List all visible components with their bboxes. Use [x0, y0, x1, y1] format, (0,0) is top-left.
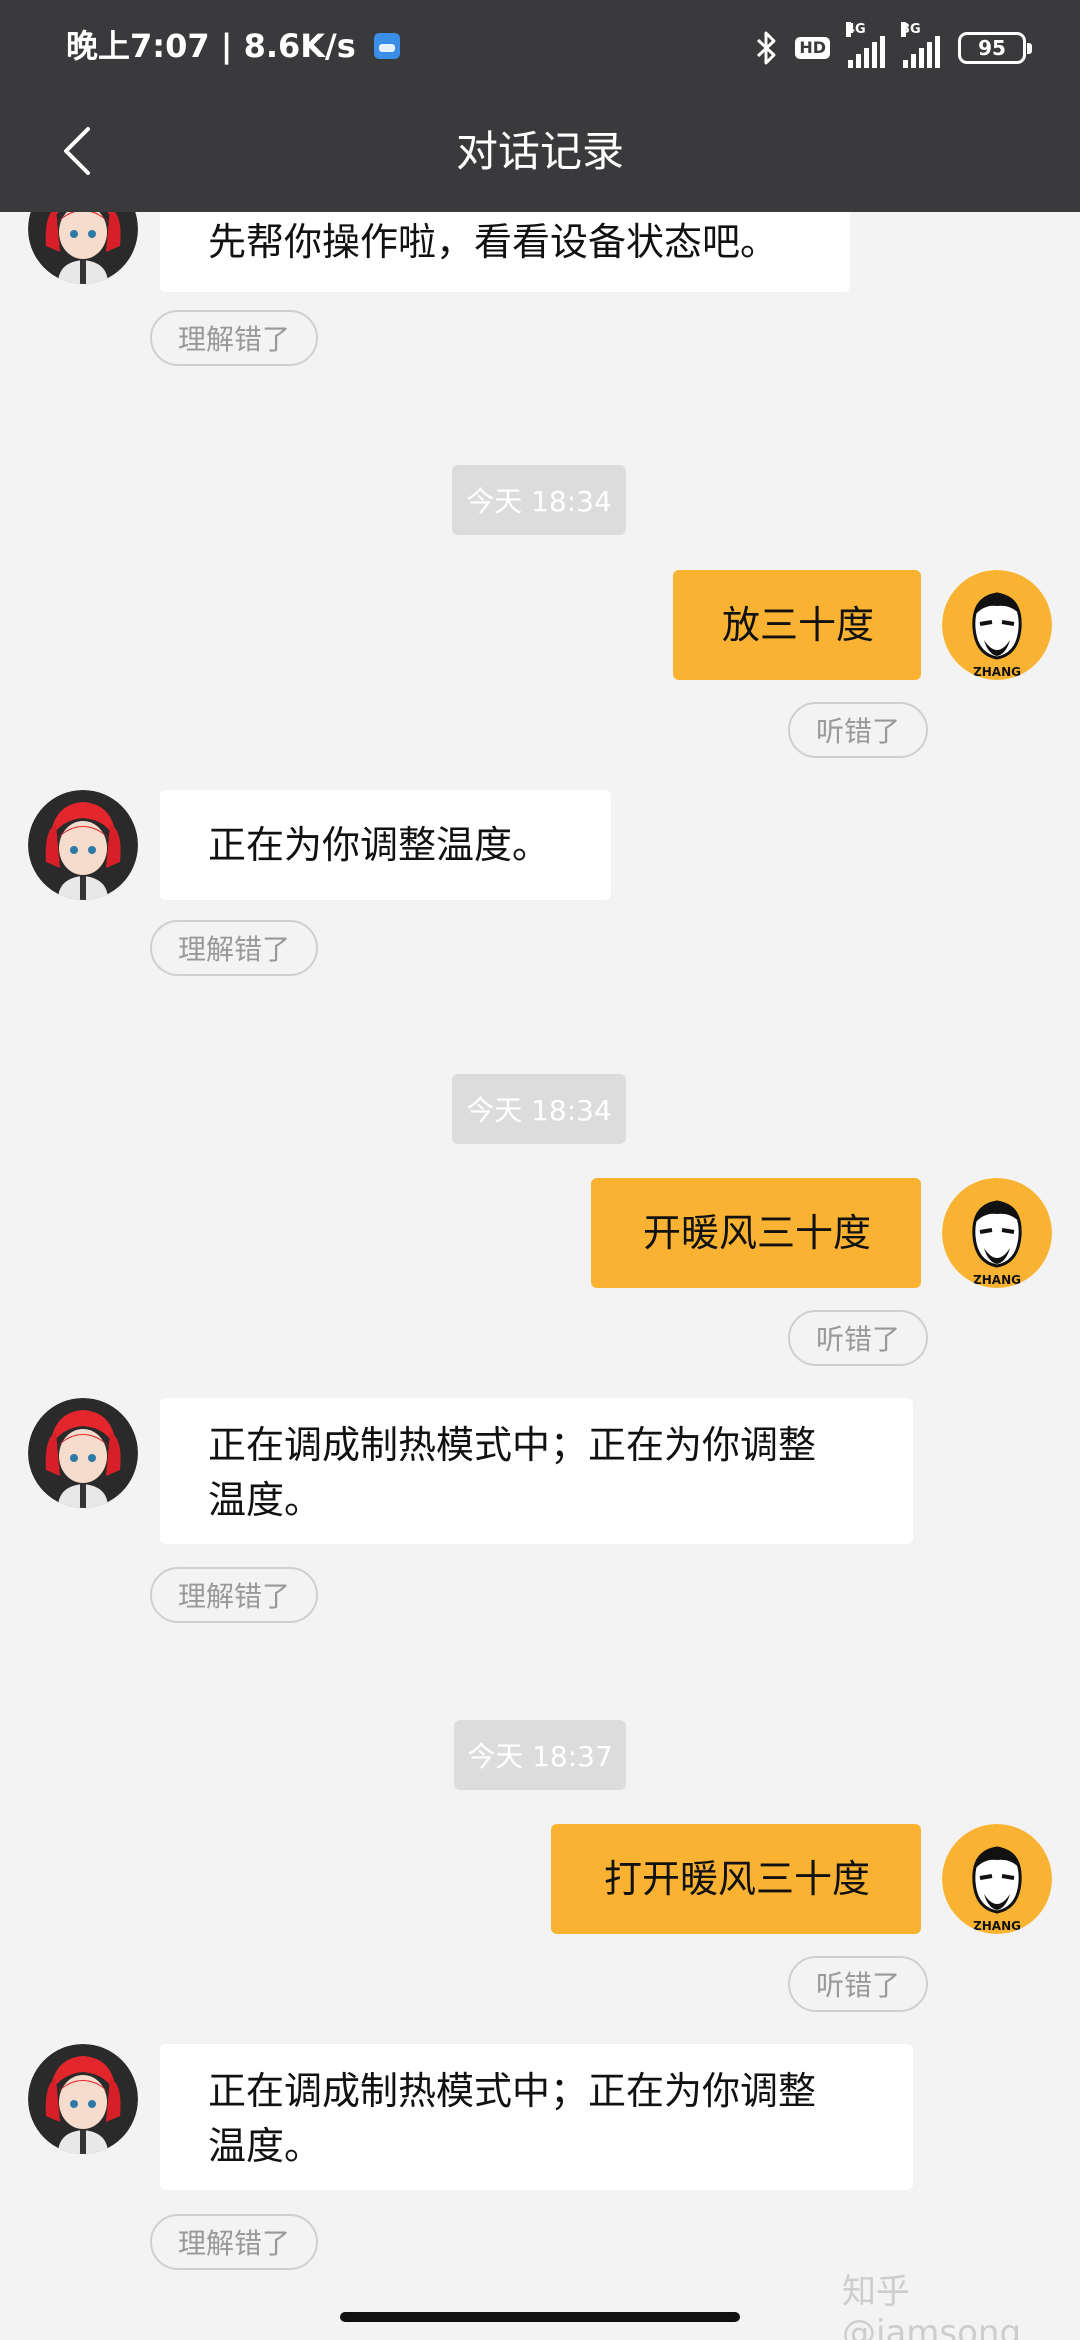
misunderstood-button[interactable]: 理解错了 — [150, 920, 318, 976]
misheard-button[interactable]: 听错了 — [788, 702, 928, 758]
user-message-bubble[interactable]: 打开暖风三十度 — [551, 1824, 921, 1934]
timestamp-label: 今天 18:34 — [452, 465, 626, 535]
signal-3g-icon: 3G — [901, 22, 940, 68]
misunderstood-button[interactable]: 理解错了 — [150, 2214, 318, 2270]
bot-message-line: 温度。 — [208, 2124, 323, 2168]
user-message-bubble[interactable]: 放三十度 — [673, 570, 921, 680]
misheard-button[interactable]: 听错了 — [788, 1956, 928, 2012]
bot-avatar — [28, 2044, 138, 2154]
user-message-text: 打开暖风三十度 — [603, 1856, 870, 1901]
chat-list[interactable]: 先帮你操作啦，看看设备状态吧。 理解错了 今天 18:34 放三十度 ZHANG… — [0, 212, 1080, 2340]
home-indicator[interactable] — [340, 2312, 740, 2322]
page-title: 对话记录 — [455, 127, 624, 176]
timestamp-label: 今天 18:34 — [452, 1074, 626, 1144]
bot-avatar — [28, 790, 138, 900]
bot-message-bubble[interactable]: 正在为你调整温度。 — [160, 790, 611, 900]
timestamp-label: 今天 18:37 — [454, 1720, 626, 1790]
net1-label: 4G — [846, 22, 866, 37]
notification-app-icon — [373, 33, 400, 59]
battery-level: 95 — [978, 36, 1006, 60]
signal-4g-icon: 4G — [846, 22, 885, 68]
battery-icon: 95 — [958, 32, 1032, 64]
status-time-speed: 晚上7:07 | 8.6K/s — [66, 27, 356, 65]
bluetooth-icon — [757, 31, 776, 65]
bot-message-line: 正在调成制热模式中；正在为你调整 — [208, 1423, 817, 1467]
user-avatar[interactable]: ZHANG — [942, 1824, 1052, 1934]
watermark: 知乎 @iamsong — [842, 2272, 1022, 2340]
misunderstood-button[interactable]: 理解错了 — [150, 310, 318, 366]
svg-text:ZHANG: ZHANG — [973, 665, 1021, 679]
bot-message-text: 正在为你调整温度。 — [208, 822, 551, 867]
svg-text:ZHANG: ZHANG — [973, 1273, 1021, 1287]
user-message-text: 开暖风三十度 — [642, 1210, 871, 1255]
status-left: 晚上7:07 | 8.6K/s — [66, 24, 400, 68]
bot-message-bubble[interactable]: 先帮你操作啦，看看设备状态吧。 — [160, 212, 850, 292]
misheard-button[interactable]: 听错了 — [788, 1310, 928, 1366]
bot-avatar — [28, 212, 138, 284]
bot-message-line: 正在调成制热模式中；正在为你调整 — [208, 2069, 817, 2113]
bot-avatar — [28, 1398, 138, 1508]
user-avatar[interactable]: ZHANG — [942, 1178, 1052, 1288]
status-bar: 晚上7:07 | 8.6K/s HD 4G 3G 95 — [0, 0, 1080, 96]
user-message-text: 放三十度 — [721, 602, 874, 647]
misunderstood-button[interactable]: 理解错了 — [150, 1567, 318, 1623]
user-message-bubble[interactable]: 开暖风三十度 — [591, 1178, 921, 1288]
header-bar: 对话记录 — [0, 96, 1080, 212]
bot-message-line: 温度。 — [208, 1478, 323, 1522]
net2-label: 3G — [901, 22, 921, 37]
svg-text:ZHANG: ZHANG — [973, 1919, 1021, 1933]
user-avatar[interactable]: ZHANG — [942, 570, 1052, 680]
bot-message-text: 先帮你操作啦，看看设备状态吧。 — [208, 220, 779, 264]
hd-voice-badge: HD — [795, 37, 830, 59]
bot-message-bubble[interactable]: 正在调成制热模式中；正在为你调整 温度。 — [160, 1398, 913, 1544]
bot-message-bubble[interactable]: 正在调成制热模式中；正在为你调整 温度。 — [160, 2044, 913, 2190]
status-right: HD 4G 3G 95 — [755, 22, 1032, 70]
